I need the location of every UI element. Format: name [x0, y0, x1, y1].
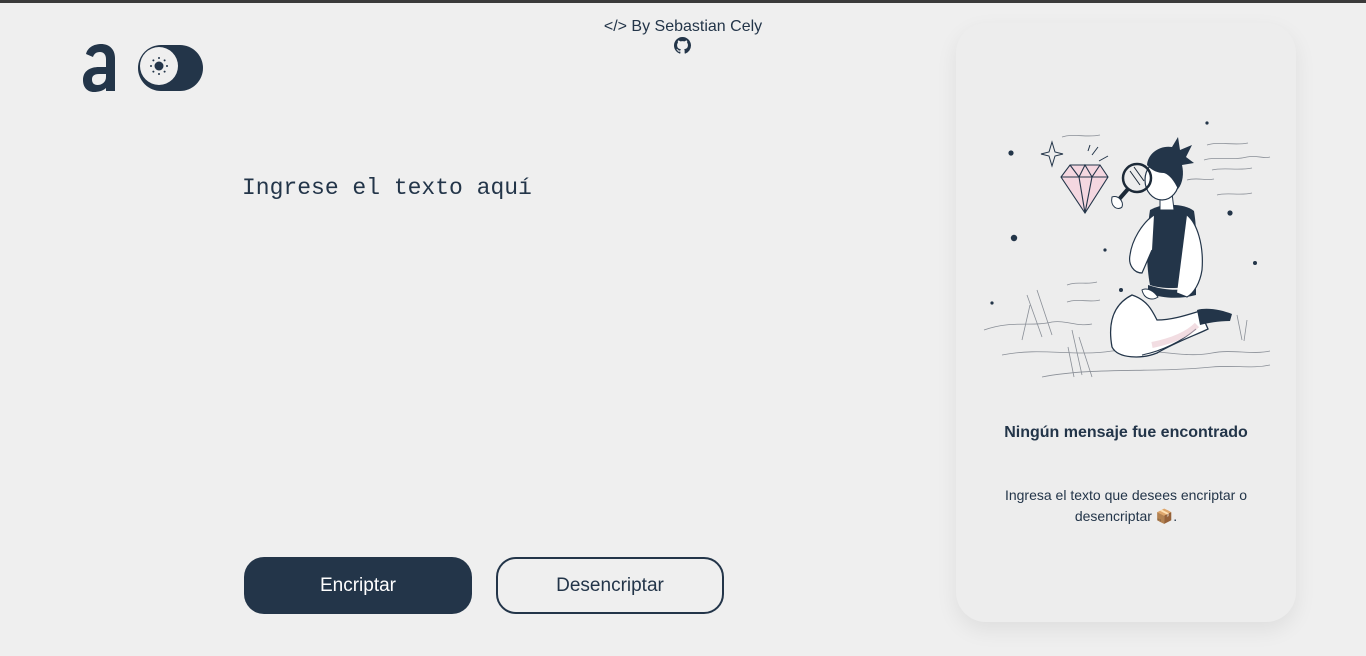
output-panel: Ningún mensaje fue encontrado Ingresa el… [956, 23, 1296, 622]
decrypt-button[interactable]: Desencriptar [496, 557, 724, 614]
encrypt-button[interactable]: Encriptar [244, 557, 472, 614]
sun-icon [150, 57, 168, 75]
github-icon[interactable] [674, 37, 691, 54]
logo-a-icon[interactable] [82, 42, 118, 94]
theme-toggle[interactable] [138, 45, 203, 91]
toggle-knob [140, 47, 178, 85]
person-with-magnifying-glass-illustration [983, 121, 1271, 378]
empty-state-title: Ningún mensaje fue encontrado [1004, 424, 1248, 441]
message-input[interactable] [242, 175, 862, 515]
empty-state-description: Ingresa el texto que desees encriptar o … [1004, 487, 1248, 524]
top-border [0, 0, 1366, 3]
